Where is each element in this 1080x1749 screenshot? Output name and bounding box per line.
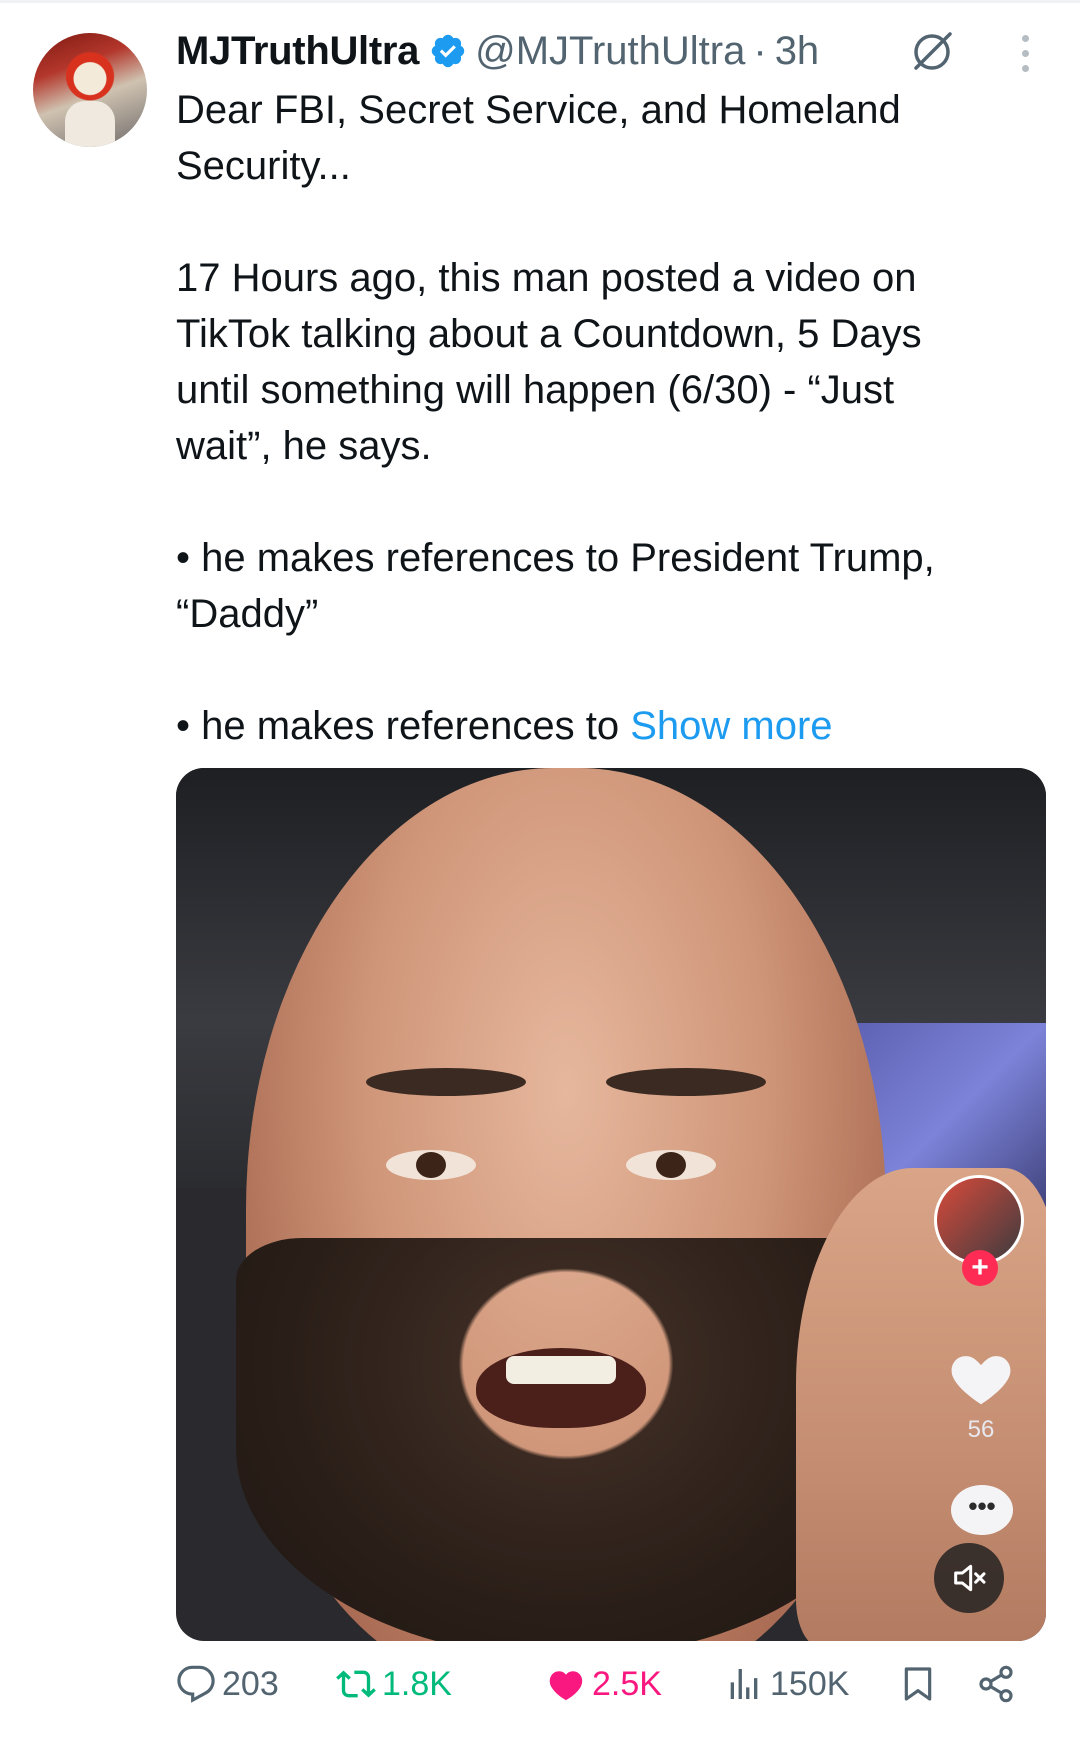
- views-icon: [730, 1669, 758, 1699]
- post-line: wait”, he says.: [176, 424, 432, 468]
- views-button[interactable]: 150K: [724, 1656, 849, 1712]
- video-player[interactable]: + 56 •••: [176, 768, 1046, 1641]
- reply-icon: [177, 1665, 215, 1703]
- reply-button[interactable]: 203: [176, 1656, 279, 1712]
- like-button[interactable]: 2.5K: [546, 1656, 662, 1712]
- video-eye: [386, 1150, 476, 1180]
- verified-badge-icon: [431, 34, 465, 68]
- post-line: 17 Hours ago, this man posted a video on: [176, 256, 917, 300]
- more-dot: [1021, 34, 1029, 42]
- separator-dot: ·: [753, 28, 767, 73]
- post-time[interactable]: 3h: [775, 29, 820, 74]
- more-dot: [1021, 49, 1029, 57]
- mute-glyph: [954, 1564, 986, 1592]
- post-line: TikTok talking about a Countdown, 5 Days: [176, 312, 922, 356]
- mute-icon[interactable]: [934, 1543, 1004, 1613]
- tiktok-heart-icon: [951, 1356, 1011, 1405]
- like-icon: [549, 1671, 583, 1701]
- repost-icon: [336, 1670, 376, 1698]
- more-dot: [1021, 64, 1029, 72]
- bullet-line: • he makes references to Show more: [176, 698, 1036, 754]
- video-eye: [626, 1150, 716, 1180]
- bullet-prefix: • he makes references to: [176, 704, 631, 748]
- video-teeth: [506, 1356, 616, 1384]
- video-brow: [366, 1068, 526, 1096]
- reply-count: 203: [222, 1664, 279, 1703]
- repost-button[interactable]: 1.8K: [336, 1656, 452, 1712]
- grok-icon[interactable]: [908, 28, 956, 76]
- share-icon[interactable]: [976, 1664, 1016, 1704]
- author-handle[interactable]: @MJTruthUltra: [475, 29, 745, 74]
- show-more-link[interactable]: Show more: [630, 704, 832, 748]
- like-count: 2.5K: [592, 1664, 662, 1703]
- views-count: 150K: [770, 1664, 850, 1703]
- author-name[interactable]: MJTruthUltra: [176, 29, 419, 74]
- bookmark-icon[interactable]: [898, 1664, 938, 1704]
- avatar-figure: [65, 101, 115, 147]
- top-divider: [0, 0, 1080, 3]
- tiktok-comment-icon: •••: [951, 1485, 1013, 1535]
- video-brow: [606, 1068, 766, 1096]
- post-line: Security...: [176, 144, 351, 188]
- tiktok-follow-plus-icon: +: [962, 1250, 998, 1286]
- repost-count: 1.8K: [382, 1664, 452, 1703]
- bullet-line: • he makes references to President Trump…: [176, 536, 935, 580]
- post-text: Dear FBI, Secret Service, and Homeland S…: [176, 82, 1036, 754]
- bullet-line: “Daddy”: [176, 592, 319, 636]
- tiktok-like-count: 56: [967, 1416, 995, 1443]
- post-line: Dear FBI, Secret Service, and Homeland: [176, 88, 901, 132]
- more-icon[interactable]: [1010, 30, 1040, 76]
- post-line: until something will happen (6/30) - “Ju…: [176, 368, 895, 412]
- action-bar: 203 1.8K 2.5K 150K: [176, 1656, 1046, 1712]
- post-header: MJTruthUltra @MJTruthUltra · 3h: [176, 28, 819, 74]
- author-avatar[interactable]: [33, 33, 147, 147]
